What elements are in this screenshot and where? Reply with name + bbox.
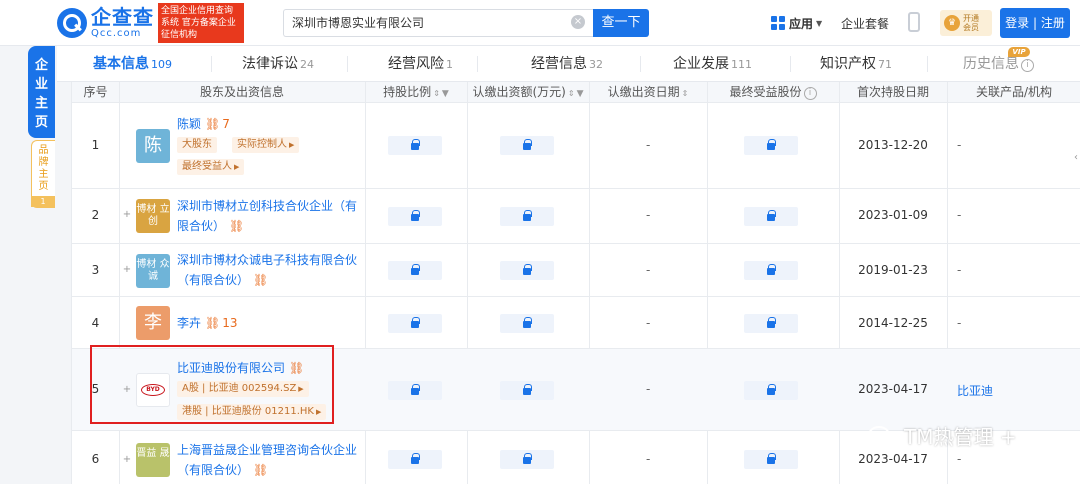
wechat-icon [868,424,898,448]
scroll-right-icon[interactable]: ‹ [1074,152,1078,163]
clear-icon[interactable]: × [571,15,585,29]
crown-icon: ♛ [944,15,960,31]
sort-share-ratio[interactable]: 持股比例 ⇕ ▼ [365,82,467,103]
equity-tree-icon: ⛓ [253,463,269,477]
shareholder-link[interactable]: 李卉 ⛓ 13 [177,313,238,333]
tag-ultimate-beneficiary[interactable]: 最终受益人 ▶ [177,159,245,175]
search-logo-icon [57,8,87,38]
vip-lock-icon[interactable] [744,136,798,155]
side-tab-company-home[interactable]: 企 业 主 页 [28,46,55,138]
logo-badge: 全国企业信用查询系统 官方备案企业征信机构 [158,3,244,43]
tab-legal[interactable]: 法律诉讼 24 [242,46,314,82]
vip-badge: VIP [1008,47,1030,57]
expand-icon[interactable]: + [122,455,132,465]
login-register-button[interactable]: 登录 | 注册 [1000,8,1070,38]
chevron-down-icon: ▼ [816,18,823,28]
shareholder-link[interactable]: 陈颖 ⛓ 7 [177,114,230,134]
tab-risk[interactable]: 经营风险 1 [388,46,453,82]
vip-open-button[interactable]: ♛ 开通会员 [940,10,992,36]
tab-operations[interactable]: 经营信息 32 [531,46,603,82]
shareholder-link[interactable]: （有限合伙） ⛓ [177,270,268,290]
sort-subscribed-date[interactable]: 认缴出资日期 ⇕ [589,82,707,103]
sort-subscribed-amount[interactable]: 认缴出资额(万元) ⇕ ▼ [467,82,589,103]
equity-tree-icon: ⛓ [229,219,245,233]
expand-icon[interactable]: + [122,265,132,275]
suite-link[interactable]: 企业套餐 [841,15,889,32]
shareholder-link[interactable]: （有限合伙） ⛓ [177,460,268,480]
shareholder-link[interactable]: 深圳市博材立创科技合伙企业（有 [177,196,357,216]
vip-lock-icon[interactable] [388,261,442,280]
shareholder-link[interactable]: 限合伙） ⛓ [177,216,244,236]
tab-basic-info[interactable]: 基本信息 109 [93,46,172,82]
table-header: 序号 股东及出资信息 持股比例 ⇕ ▼ 认缴出资额(万元) ⇕ ▼ 认缴出资日期 ⇕ 最终… [72,82,1080,103]
avatar: 李 [136,306,170,340]
table-row: 2 + 博材 立创 深圳市博材立创科技合伙企业（有 限合伙） ⛓ - 2023-0… [72,189,1080,244]
highlight-annotation [90,345,334,424]
vip-lock-icon[interactable] [388,450,442,469]
table-row: 1 陈 陈颖 ⛓ 7 大股东 实际控制人 ▶ 最终受益人 ▶ - 2013-12-20 … [72,104,1080,189]
table-row: 4 李 李卉 ⛓ 13 - 2014-12-25 - [72,297,1080,349]
vip-open-label: 开通会员 [963,14,979,32]
app-grid-icon [771,16,785,30]
vip-lock-icon[interactable] [500,314,554,333]
search-input[interactable]: 深圳市博恩实业有限公司 [283,9,593,37]
company-logo: 晋益 晟 [136,443,170,477]
vip-lock-icon[interactable] [388,314,442,333]
vip-lock-icon[interactable] [500,450,554,469]
tag-actual-controller[interactable]: 实际控制人 ▶ [232,137,300,153]
vip-lock-icon[interactable] [388,207,442,226]
equity-tree-icon: ⛓ [253,273,269,287]
company-logo: 博材 众诚 [136,254,170,288]
search-button[interactable]: 查一下 [593,9,649,37]
vip-lock-icon[interactable] [388,136,442,155]
vip-lock-icon[interactable] [744,207,798,226]
vip-lock-icon[interactable] [500,207,554,226]
equity-tree-icon: ⛓ [205,316,221,330]
vip-lock-icon[interactable] [744,450,798,469]
top-header: 企查查 Qcc.com 全国企业信用查询系统 官方备案企业征信机构 深圳市博恩实… [0,0,1080,46]
brand-count-badge: 1 [31,196,55,207]
vip-lock-icon[interactable] [500,136,554,155]
tab-development[interactable]: 企业发展 111 [673,46,752,82]
info-icon: i [803,87,817,100]
company-logo: 博材 立创 [136,199,170,233]
shareholder-link[interactable]: 上海晋益晟企业管理咨询合伙企业 [177,440,357,460]
logo-domain: Qcc.com [91,28,142,39]
side-tab-brand-home[interactable]: 品 牌 主 页 1 [31,140,55,208]
vip-lock-icon[interactable] [744,381,798,400]
vip-lock-icon[interactable] [500,381,554,400]
vip-lock-icon[interactable] [500,261,554,280]
expand-icon[interactable]: + [122,210,132,220]
equity-tree-icon: ⛓ [205,117,221,131]
app-menu-label: 应用 [789,16,814,31]
avatar: 陈 [136,129,170,163]
app-menu[interactable]: 应用 ▼ [771,13,822,33]
table-row: 3 + 博材 众诚 深圳市博材众诚电子科技有限合伙 （有限合伙） ⛓ - 2019… [72,244,1080,297]
vip-lock-icon[interactable] [388,381,442,400]
watermark: TM热管理 + [868,420,1017,450]
related-product-link[interactable]: 比亚迪 [957,382,993,399]
mobile-app-icon[interactable] [908,12,920,32]
logo-name: 企查查 [91,5,154,29]
vip-lock-icon[interactable] [744,314,798,333]
shareholder-link[interactable]: 深圳市博材众诚电子科技有限合伙 [177,250,357,270]
tab-ip[interactable]: 知识产权 71 [820,46,892,82]
site-logo[interactable]: 企查查 Qcc.com 全国企业信用查询系统 官方备案企业征信机构 [57,3,244,43]
vip-lock-icon[interactable] [744,261,798,280]
section-tabs: 基本信息 109 法律诉讼 24 经营风险 1 经营信息 32 企业发展 111 知识产权… [57,46,1080,82]
tag-major-shareholder: 大股东 [177,137,217,153]
info-icon: i [1021,59,1034,72]
